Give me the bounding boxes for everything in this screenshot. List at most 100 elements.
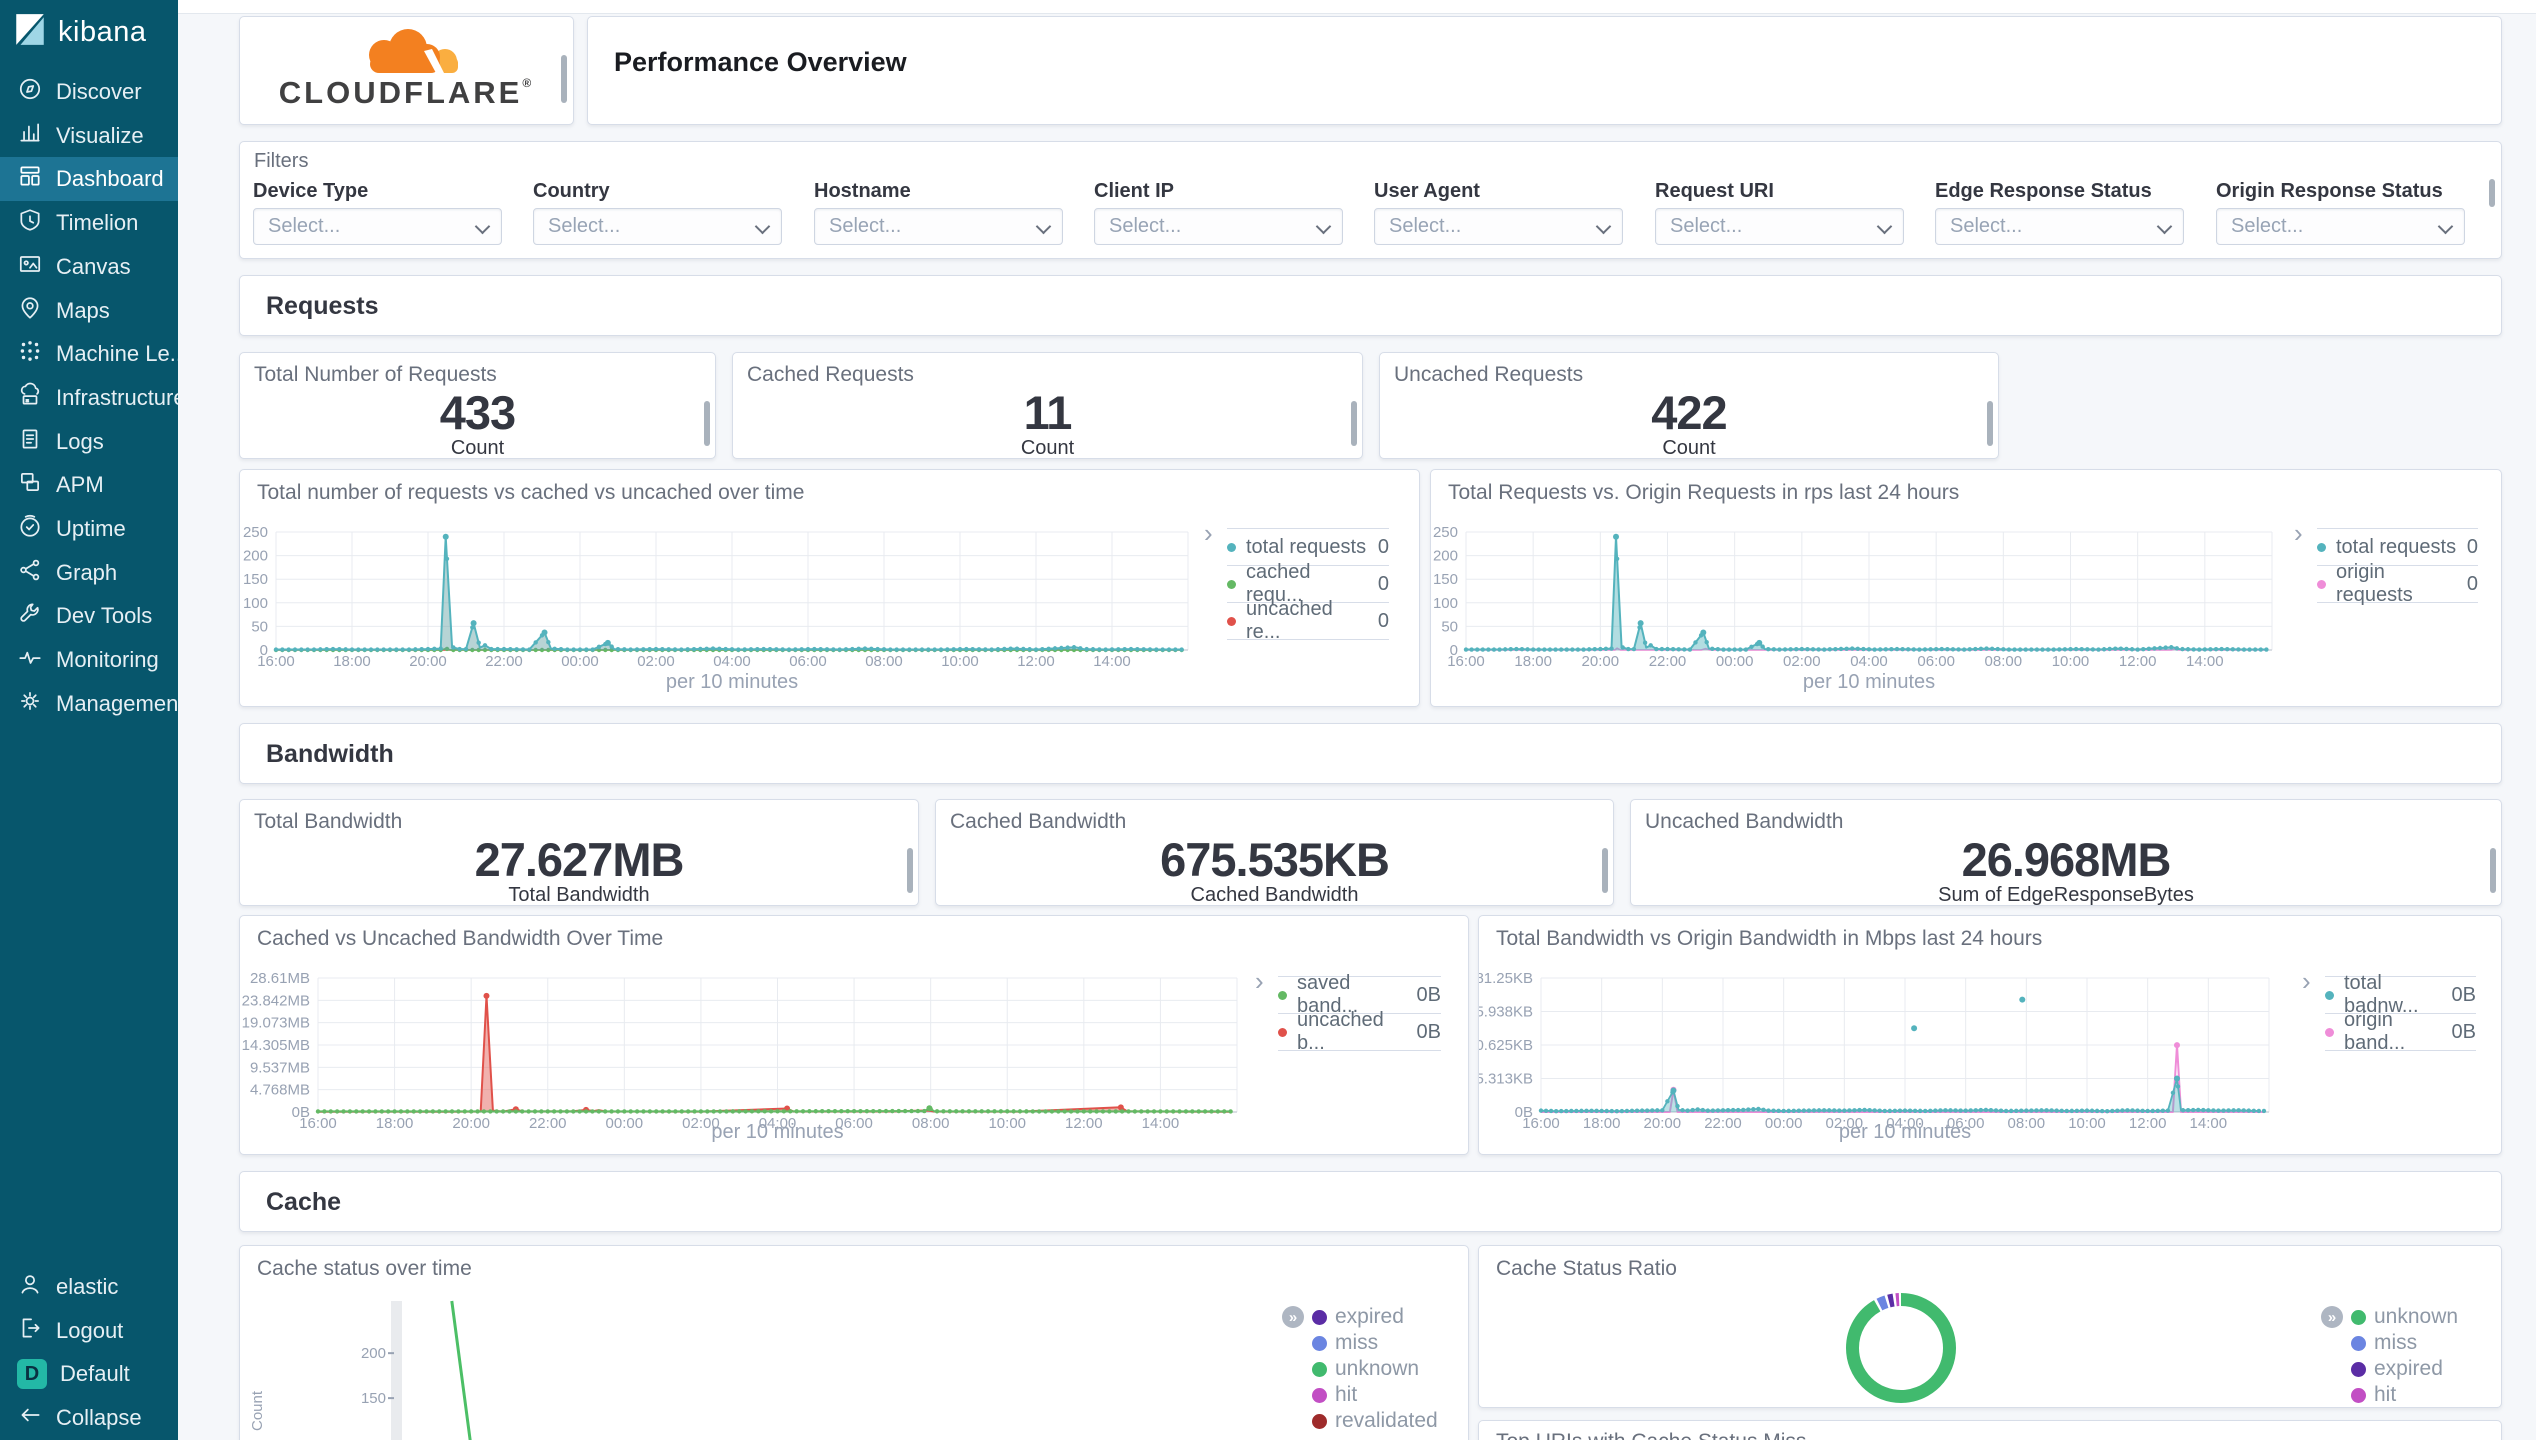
legend-dot-icon xyxy=(1278,1027,1287,1037)
legend-item-origin-requests[interactable]: origin requests 0 xyxy=(2317,561,2478,606)
svg-text:9.537MB: 9.537MB xyxy=(250,1059,310,1076)
svg-text:100: 100 xyxy=(243,595,268,612)
brand-text: kibana xyxy=(58,16,147,48)
sidebar-item-machine-le[interactable]: Machine Le... xyxy=(0,332,178,376)
svg-text:16:00: 16:00 xyxy=(299,1115,337,1132)
legend-item-revalidated[interactable]: revalidated xyxy=(1312,1408,1438,1434)
legend-label: origin band... xyxy=(2344,1009,2406,1054)
top-uris-panel: Top URIs with Cache Status Miss xyxy=(1478,1420,2502,1440)
donut-slice-unknown[interactable] xyxy=(1846,1293,1956,1403)
legend-value: 0 xyxy=(1377,609,1389,632)
sidebar-item-visualize[interactable]: Visualize xyxy=(0,114,178,158)
legend-label: expired xyxy=(2374,1357,2443,1380)
legend-item-total-badnw[interactable]: total badnw... 0B xyxy=(2325,972,2476,1017)
legend-dot-icon xyxy=(2325,990,2334,1000)
legend-collapse-icon[interactable]: › xyxy=(1255,968,1264,994)
panel-scrollbar[interactable] xyxy=(561,55,567,103)
legend-item-origin-band[interactable]: origin band... 0B xyxy=(2325,1009,2476,1054)
metric-sub: Sum of EdgeResponseBytes xyxy=(1938,884,2194,906)
legend-item-unknown[interactable]: unknown xyxy=(1312,1356,1438,1382)
svg-text:08:00: 08:00 xyxy=(2008,1115,2046,1132)
sidebar-item-discover[interactable]: Discover xyxy=(0,70,178,114)
filter-label-request-uri: Request URI xyxy=(1655,180,1774,202)
legend-item-total-requests[interactable]: total requests 0 xyxy=(1227,528,1389,565)
svg-text:16:00: 16:00 xyxy=(1447,653,1485,670)
filter-select-client-ip[interactable]: Select... xyxy=(1094,208,1343,245)
kibana-brand[interactable]: kibana xyxy=(12,12,146,53)
sidebar-item-dashboard[interactable]: Dashboard xyxy=(0,157,178,202)
maps-icon xyxy=(17,295,43,327)
legend-collapse-icon[interactable]: » xyxy=(1282,1306,1304,1328)
monitoring-icon xyxy=(17,644,43,676)
sidebar-item-label: Graph xyxy=(56,559,118,585)
legend-item-miss[interactable]: miss xyxy=(2351,1330,2458,1356)
panel-scrollbar[interactable] xyxy=(1351,401,1357,446)
legend-collapse-icon[interactable]: › xyxy=(2302,968,2311,994)
legend-item-hit[interactable]: hit xyxy=(1312,1382,1438,1408)
sidebar-item-maps[interactable]: Maps xyxy=(0,289,178,333)
legend-item-expired[interactable]: expired xyxy=(1312,1304,1438,1330)
filters-scrollbar[interactable] xyxy=(2489,179,2495,207)
filter-select-hostname[interactable]: Select... xyxy=(814,208,1063,245)
metric-uncached-requests: Uncached Requests 422 Count xyxy=(1379,352,1999,459)
sidebar-item-uptime[interactable]: Uptime xyxy=(0,507,178,551)
sidebar-item-collapse[interactable]: Collapse xyxy=(0,1396,178,1440)
legend-collapse-icon[interactable]: » xyxy=(2321,1306,2343,1328)
filter-select-edge-response-status[interactable]: Select... xyxy=(1935,208,2184,245)
metric-value: 433 xyxy=(439,386,516,439)
sidebar-item-timelion[interactable]: Timelion xyxy=(0,201,178,245)
sidebar-item-label: Logout xyxy=(56,1317,124,1343)
sidebar-item-graph[interactable]: Graph xyxy=(0,551,178,595)
legend-item-total-requests[interactable]: total requests 0 xyxy=(2317,528,2478,565)
legend-item-unknown[interactable]: unknown xyxy=(2351,1304,2458,1330)
sidebar-item-infrastructure[interactable]: Infrastructure xyxy=(0,376,178,420)
legend-item-saved-band[interactable]: saved band... 0B xyxy=(1278,972,1441,1017)
legend-value: 0B xyxy=(1416,1020,1441,1043)
legend-value: 0 xyxy=(1377,572,1389,595)
legend-dot-icon xyxy=(1227,616,1236,626)
filter-select-country[interactable]: Select... xyxy=(533,208,782,245)
sidebar-item-apm[interactable]: APM xyxy=(0,463,178,507)
sidebar-item-management[interactable]: Management xyxy=(0,682,178,726)
select-placeholder: Select... xyxy=(829,215,902,237)
panel-scrollbar[interactable] xyxy=(1987,401,1993,446)
svg-text:04:00: 04:00 xyxy=(1850,653,1888,670)
svg-text:200: 200 xyxy=(1433,548,1458,565)
panel-scrollbar[interactable] xyxy=(2490,848,2496,893)
sidebar-item-dev-tools[interactable]: Dev Tools xyxy=(0,594,178,638)
filter-select-device-type[interactable]: Select... xyxy=(253,208,502,245)
filter-select-user-agent[interactable]: Select... xyxy=(1374,208,1623,245)
sidebar-item-monitoring[interactable]: Monitoring xyxy=(0,638,178,682)
select-placeholder: Select... xyxy=(1109,215,1182,237)
legend-label: revalidated xyxy=(1335,1409,1438,1432)
chevron-down-icon xyxy=(474,218,491,235)
legend-item-expired[interactable]: expired xyxy=(2351,1356,2458,1382)
legend-item-cached-requ[interactable]: cached requ... 0 xyxy=(1227,561,1389,606)
legend-item-uncached-b[interactable]: uncached b... 0B xyxy=(1278,1009,1441,1054)
sidebar-item-label: Visualize xyxy=(56,122,144,148)
metric-value: 26.968MB xyxy=(1961,833,2172,886)
legend-item-miss[interactable]: miss xyxy=(1312,1330,1438,1356)
legend-item-hit[interactable]: hit xyxy=(2351,1382,2458,1407)
panel-scrollbar[interactable] xyxy=(907,848,913,893)
filter-select-origin-response-status[interactable]: Select... xyxy=(2216,208,2465,245)
panel-scrollbar[interactable] xyxy=(1602,848,1608,893)
legend-collapse-icon[interactable]: › xyxy=(1204,520,1213,546)
legend-collapse-icon[interactable]: › xyxy=(2294,520,2303,546)
filter-select-request-uri[interactable]: Select... xyxy=(1655,208,1904,245)
filter-label-client-ip: Client IP xyxy=(1094,180,1175,202)
svg-text:12:00: 12:00 xyxy=(2129,1115,2167,1132)
sidebar-item-logs[interactable]: Logs xyxy=(0,420,178,464)
chart-legend: unknown miss expired hit xyxy=(2351,1304,2458,1407)
legend-item-uncached-re[interactable]: uncached re... 0 xyxy=(1227,598,1389,643)
sidebar-item-default[interactable]: D Default xyxy=(0,1352,178,1396)
svg-text:150: 150 xyxy=(361,1390,386,1407)
overview-title-panel: Performance Overview xyxy=(587,16,2502,125)
sidebar-item-elastic[interactable]: elastic xyxy=(0,1265,178,1309)
sidebar-item-label: Collapse xyxy=(56,1405,142,1431)
panel-scrollbar[interactable] xyxy=(704,401,710,446)
svg-text:22:00: 22:00 xyxy=(1649,653,1687,670)
sidebar-item-logout[interactable]: Logout xyxy=(0,1309,178,1353)
total-vs-origin-bandwidth-panel: Total Bandwidth vs Origin Bandwidth in M… xyxy=(1478,915,2502,1155)
sidebar-item-canvas[interactable]: Canvas xyxy=(0,245,178,289)
